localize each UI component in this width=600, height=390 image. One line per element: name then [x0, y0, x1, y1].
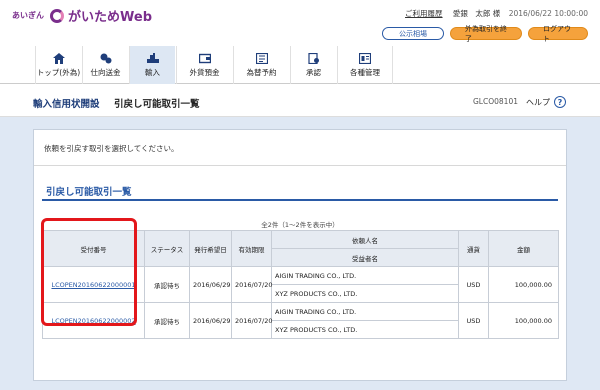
logo-mark-icon: [50, 8, 64, 23]
deposit-icon: [198, 53, 211, 63]
approval-icon: [307, 52, 319, 64]
logout-button[interactable]: ログアウト: [528, 25, 588, 43]
management-icon: [359, 52, 371, 64]
forward-contract-icon: [255, 52, 268, 64]
nav-label: 為替予約: [246, 67, 277, 77]
user-name: 愛銀 太郎 様: [452, 9, 501, 18]
help-label: ヘルプ: [526, 97, 550, 107]
header-buttons: 公示相場 外為取引を終了 ログアウト: [382, 25, 588, 43]
header-issue-date: 発行希望日: [189, 230, 232, 267]
highlight-box: [41, 218, 137, 326]
page-title: 引戻し可能取引一覧: [114, 99, 200, 110]
nav-item-forward[interactable]: 為替予約: [233, 46, 289, 84]
help-link[interactable]: ヘルプ ?: [526, 96, 566, 108]
header-beneficiary: 受益者名: [271, 248, 459, 267]
page-section: 輸入信用状開設: [33, 99, 100, 110]
global-nav: トップ(外為) 仕向送金 輸入 外貨預金 為替予約 承認 各種管理: [0, 46, 600, 84]
expiry-cell: 2016/07/20: [231, 302, 272, 339]
brand-logo[interactable]: あいぎん がいためWeb: [12, 6, 152, 25]
nav-item-approval[interactable]: 承認: [290, 46, 336, 84]
header-applicant: 依頼人名: [271, 230, 459, 249]
market-rate-button[interactable]: 公示相場: [382, 27, 444, 40]
nav-label: トップ(外為): [36, 67, 81, 77]
home-icon: [52, 52, 65, 64]
nav-label: 輸入: [145, 67, 160, 77]
nav-label: 仕向送金: [90, 67, 121, 77]
app-header: あいぎん がいためWeb ご利用履歴 愛銀 太郎 様 2016/06/22 10…: [0, 0, 600, 46]
nav-item-remittance[interactable]: 仕向送金: [82, 46, 128, 84]
header-expiry: 有効期限: [231, 230, 272, 267]
beneficiary-cell: XYZ PRODUCTS CO., LTD.: [271, 320, 459, 339]
header-currency: 通貨: [458, 230, 489, 267]
issue-date-cell: 2016/06/29: [189, 302, 232, 339]
applicant-cell: AIGIN TRADING CO., LTD.: [271, 302, 459, 321]
amount-cell: 100,000.00: [488, 266, 559, 303]
import-icon: [146, 52, 159, 63]
title-underline: [42, 199, 558, 201]
help-icon: ?: [554, 96, 566, 108]
applicant-cell: AIGIN TRADING CO., LTD.: [271, 266, 459, 285]
screen-code: GLCO08101: [473, 97, 518, 106]
nav-label: 各種管理: [350, 67, 380, 77]
header-status: ステータス: [144, 230, 190, 267]
divider: [34, 165, 566, 166]
header-amount: 金額: [488, 230, 559, 267]
app-name: がいためWeb: [68, 10, 152, 25]
status-cell: 承認待ち: [144, 266, 190, 303]
beneficiary-cell: XYZ PRODUCTS CO., LTD.: [271, 284, 459, 303]
nav-item-import[interactable]: 輸入: [129, 46, 175, 84]
expiry-cell: 2016/07/20: [231, 266, 272, 303]
nav-item-deposit[interactable]: 外貨預金: [176, 46, 232, 84]
login-datetime: 2016/06/22 10:00:00: [508, 9, 588, 18]
currency-cell: USD: [458, 302, 489, 339]
history-link[interactable]: ご利用履歴: [405, 9, 443, 18]
nav-label: 承認: [306, 67, 321, 77]
end-trade-button[interactable]: 外為取引を終了: [450, 25, 522, 43]
amount-cell: 100,000.00: [488, 302, 559, 339]
page-title-bar: 輸入信用状開設 引戻し可能取引一覧 GLCO08101 ヘルプ ?: [0, 85, 600, 117]
user-info: ご利用履歴 愛銀 太郎 様 2016/06/22 10:00:00: [405, 8, 588, 19]
instruction-text: 依頼を引戻す取引を選択してください。: [44, 144, 179, 153]
status-cell: 承認待ち: [144, 302, 190, 339]
nav-item-top[interactable]: トップ(外為): [35, 46, 81, 84]
list-title: 引戻し可能取引一覧: [46, 187, 132, 198]
bank-name: あいぎん: [12, 11, 44, 20]
nav-label: 外貨預金: [189, 67, 220, 77]
issue-date-cell: 2016/06/29: [189, 266, 232, 303]
currency-cell: USD: [458, 266, 489, 303]
nav-item-management[interactable]: 各種管理: [337, 46, 393, 84]
remittance-icon: [100, 53, 111, 63]
